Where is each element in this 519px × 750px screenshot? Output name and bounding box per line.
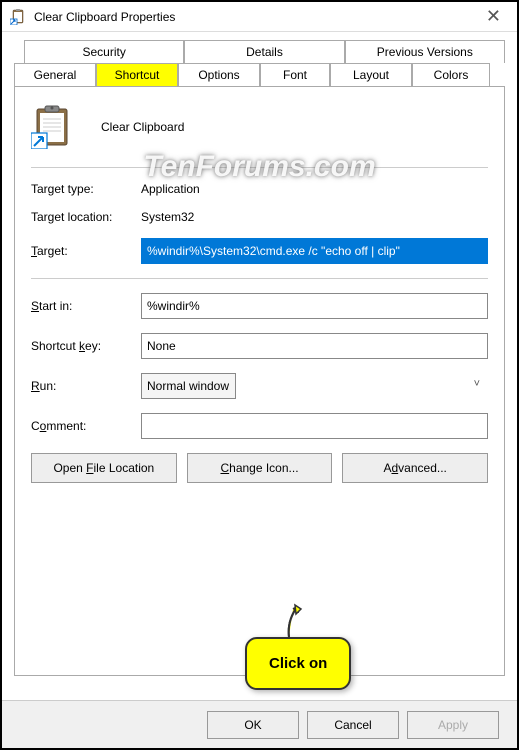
shortcut-key-label: Shortcut key: — [31, 339, 141, 353]
dialog-footer: OK Cancel Apply — [2, 700, 517, 748]
tab-font[interactable]: Font — [260, 63, 330, 86]
comment-input[interactable] — [141, 413, 488, 439]
clipboard-shortcut-icon — [31, 105, 73, 149]
target-type-label: Target type: — [31, 182, 141, 196]
run-select[interactable]: Normal window — [141, 373, 236, 399]
tab-colors[interactable]: Colors — [412, 63, 490, 86]
divider — [31, 167, 488, 168]
tab-security[interactable]: Security — [24, 40, 184, 63]
start-in-label: Start in: — [31, 299, 141, 313]
target-label: Target: — [31, 244, 141, 258]
target-type-value: Application — [141, 182, 488, 196]
shortcut-key-input[interactable] — [141, 333, 488, 359]
titlebar: Clear Clipboard Properties ✕ — [2, 2, 517, 32]
shortcut-name: Clear Clipboard — [101, 120, 184, 134]
target-location-label: Target location: — [31, 210, 141, 224]
divider — [31, 278, 488, 279]
comment-label: Comment: — [31, 419, 141, 433]
target-input[interactable] — [141, 238, 488, 264]
run-label: Run: — [31, 379, 141, 393]
start-in-input[interactable] — [141, 293, 488, 319]
tab-general[interactable]: General — [14, 63, 96, 86]
shortcut-file-icon — [10, 9, 26, 25]
close-icon[interactable]: ✕ — [478, 6, 509, 27]
advanced-button[interactable]: Advanced... — [342, 453, 488, 483]
tab-strip: Security Details Previous Versions Gener… — [14, 40, 505, 86]
shortcut-panel: Clear Clipboard Target type: Application… — [14, 86, 505, 676]
open-file-location-button[interactable]: Open File Location — [31, 453, 177, 483]
ok-button[interactable]: OK — [207, 711, 299, 739]
apply-button[interactable]: Apply — [407, 711, 499, 739]
tab-options[interactable]: Options — [178, 63, 260, 86]
tab-details[interactable]: Details — [184, 40, 344, 63]
change-icon-button[interactable]: Change Icon... — [187, 453, 333, 483]
tab-layout[interactable]: Layout — [330, 63, 412, 86]
cancel-button[interactable]: Cancel — [307, 711, 399, 739]
callout-text: Click on — [245, 637, 351, 690]
target-location-value: System32 — [141, 210, 488, 224]
tab-previous-versions[interactable]: Previous Versions — [345, 40, 505, 63]
window-title: Clear Clipboard Properties — [34, 10, 478, 24]
tab-shortcut[interactable]: Shortcut — [96, 63, 178, 86]
annotation-callout: Click on — [245, 637, 351, 690]
